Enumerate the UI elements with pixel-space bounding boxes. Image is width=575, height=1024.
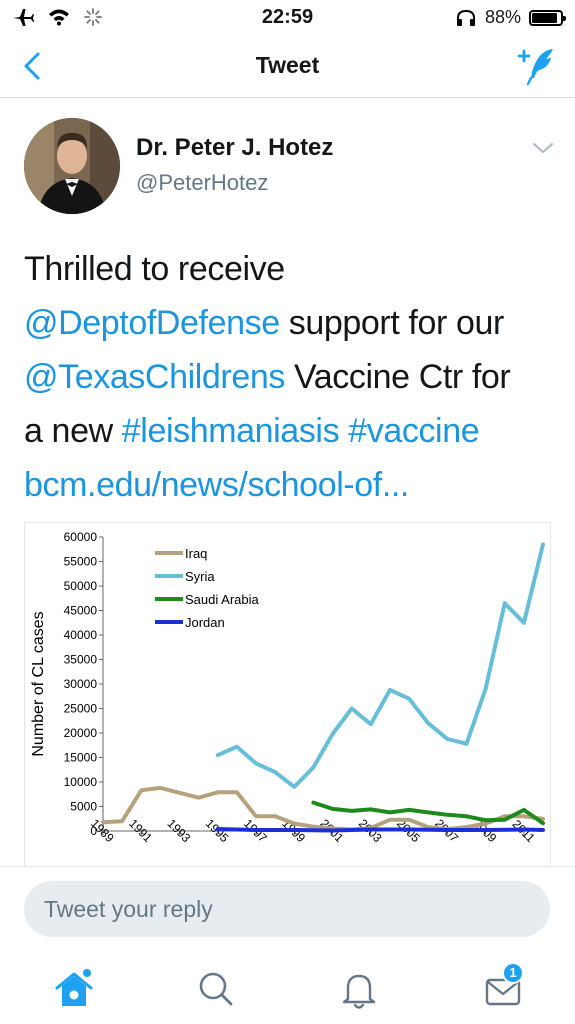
notifications-icon [342, 974, 376, 1009]
chart-y-tick-label: 10000 [64, 775, 98, 789]
status-right-icons: 88% [455, 7, 566, 28]
chart-y-tick-label: 35000 [64, 653, 98, 667]
chart-y-tick-label: 25000 [64, 702, 98, 716]
tweet-text-line: @TexasChildrens Vaccine Ctr for [24, 350, 564, 404]
page-title: Tweet [255, 52, 320, 78]
chart-y-axis-label: Number of CL cases [30, 611, 47, 756]
tweet-text-line: Thrilled to receive [24, 242, 564, 296]
chart-legend-label: Jordan [185, 615, 225, 630]
tweet-text-line: bcm.edu/news/school-of... [24, 458, 564, 512]
chart-y-tick-label: 20000 [64, 726, 98, 740]
tweet-text-segment: Vaccine Ctr for [284, 358, 511, 396]
tab-search[interactable] [191, 964, 241, 1014]
chart-y-tick-label: 30000 [64, 677, 98, 691]
hashtag-link[interactable]: #leishmaniasis [122, 412, 340, 450]
mention-link[interactable]: @DeptofDefense [24, 304, 280, 342]
home-icon [55, 969, 93, 1006]
author-name[interactable]: Dr. Peter J. Hotez [136, 134, 333, 162]
url-link[interactable]: bcm.edu/news/school-of... [24, 466, 409, 504]
chart-legend-label: Syria [185, 569, 215, 584]
tab-home[interactable] [49, 964, 99, 1014]
tweet-media-chart[interactable]: Number of CL cases 0 5000 10000 15000 20000 2… [24, 522, 551, 866]
chart-series-jordan [215, 827, 545, 833]
chart-legend-label: Saudi Arabia [185, 592, 259, 607]
tweet-text-segment: support for our [279, 304, 505, 342]
author-handle[interactable]: @PeterHotez [136, 170, 268, 196]
messages-badge: 1 [502, 962, 524, 984]
chart-y-tick-label: 40000 [64, 628, 98, 642]
hashtag-link[interactable]: #vaccine [348, 412, 479, 450]
nav-bar: Tweet [0, 36, 575, 98]
tweet-text-segment: a new [24, 412, 122, 450]
status-bar: 22:59 88% [0, 0, 575, 36]
chart-legend-label: Iraq [185, 546, 207, 561]
tweet-text-segment [339, 412, 348, 450]
chart-y-tick-label: 55000 [64, 555, 98, 569]
reply-input[interactable]: Tweet your reply [24, 881, 550, 937]
tab-messages[interactable]: 1 [478, 962, 528, 1014]
tab-notifications[interactable] [334, 964, 384, 1014]
avatar-image [24, 118, 120, 214]
tweet-text-segment: Thrilled to receive [24, 250, 285, 288]
tweet-text: Thrilled to receive @DeptofDefense suppor… [24, 242, 564, 512]
chart-y-tick-label: 15000 [64, 751, 98, 765]
mention-link[interactable]: @TexasChildrens [24, 358, 285, 396]
chart: Number of CL cases 050001000015000200002… [25, 523, 550, 866]
avatar[interactable] [24, 118, 120, 214]
chevron-down-icon[interactable] [531, 140, 555, 156]
headphones-icon [456, 9, 475, 26]
search-icon [199, 972, 233, 1006]
battery-level [532, 12, 557, 23]
chart-y-tick-label: 5000 [70, 800, 97, 814]
compose-tweet-icon[interactable] [515, 46, 557, 86]
tab-bar: 1 [0, 956, 575, 1024]
battery-icon [529, 9, 566, 26]
chart-y-tick-label: 45000 [64, 604, 98, 618]
tweet-text-line: a new #leishmaniasis #vaccine [24, 404, 564, 458]
chart-y-tick-label: 50000 [64, 579, 98, 593]
reply-area: Tweet your reply [0, 866, 575, 956]
battery-percent: 88% [484, 7, 521, 27]
tweet-text-line: @DeptofDefense support for our [24, 296, 564, 350]
chart-y-tick-label: 60000 [64, 530, 98, 544]
reply-placeholder: Tweet your reply [44, 896, 213, 922]
